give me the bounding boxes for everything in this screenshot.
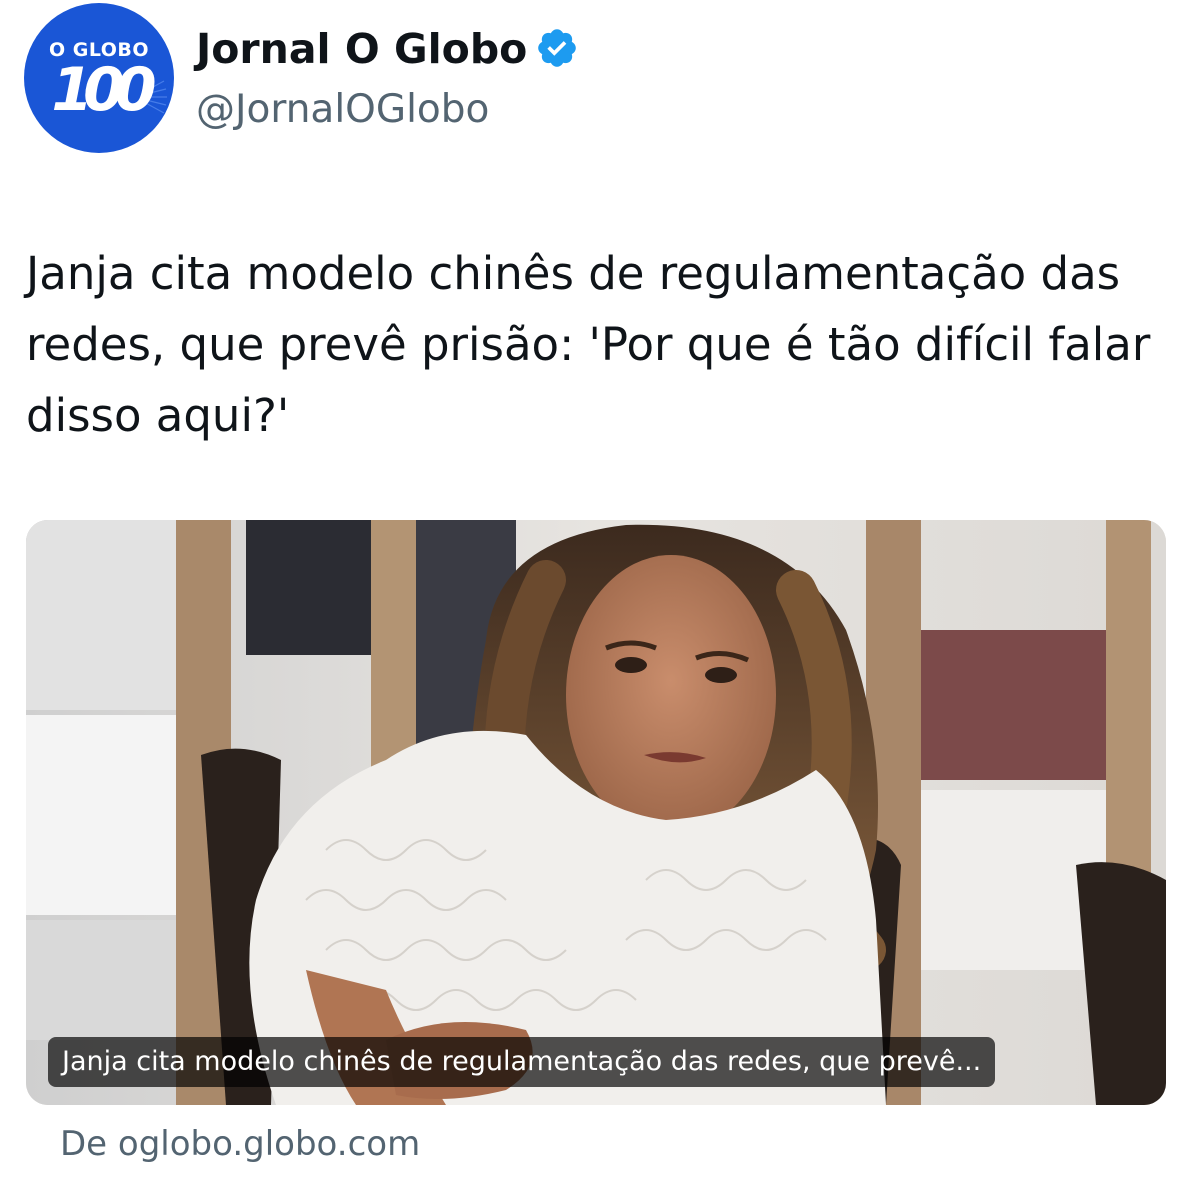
link-card[interactable]: Janja cita modelo chinês de regulamentaç…	[26, 520, 1166, 1105]
avatar[interactable]: O GLOBO 100	[24, 3, 174, 153]
card-caption: Janja cita modelo chinês de regulamentaç…	[48, 1037, 996, 1087]
tweet-text: Janja cita modelo chinês de regulamentaç…	[26, 247, 1151, 442]
card-source-prefix: De	[60, 1124, 108, 1164]
card-source[interactable]: De oglobo.globo.com	[60, 1120, 420, 1168]
card-source-domain: oglobo.globo.com	[117, 1124, 421, 1164]
author-name-text: Jornal O Globo	[196, 25, 528, 73]
avatar-number: 100	[51, 55, 156, 125]
verified-badge-icon	[538, 29, 577, 67]
author-handle[interactable]: @JornalOGlobo	[196, 85, 489, 135]
author-display-name[interactable]: Jornal O Globo	[196, 23, 579, 75]
article-photo	[26, 520, 1166, 1105]
